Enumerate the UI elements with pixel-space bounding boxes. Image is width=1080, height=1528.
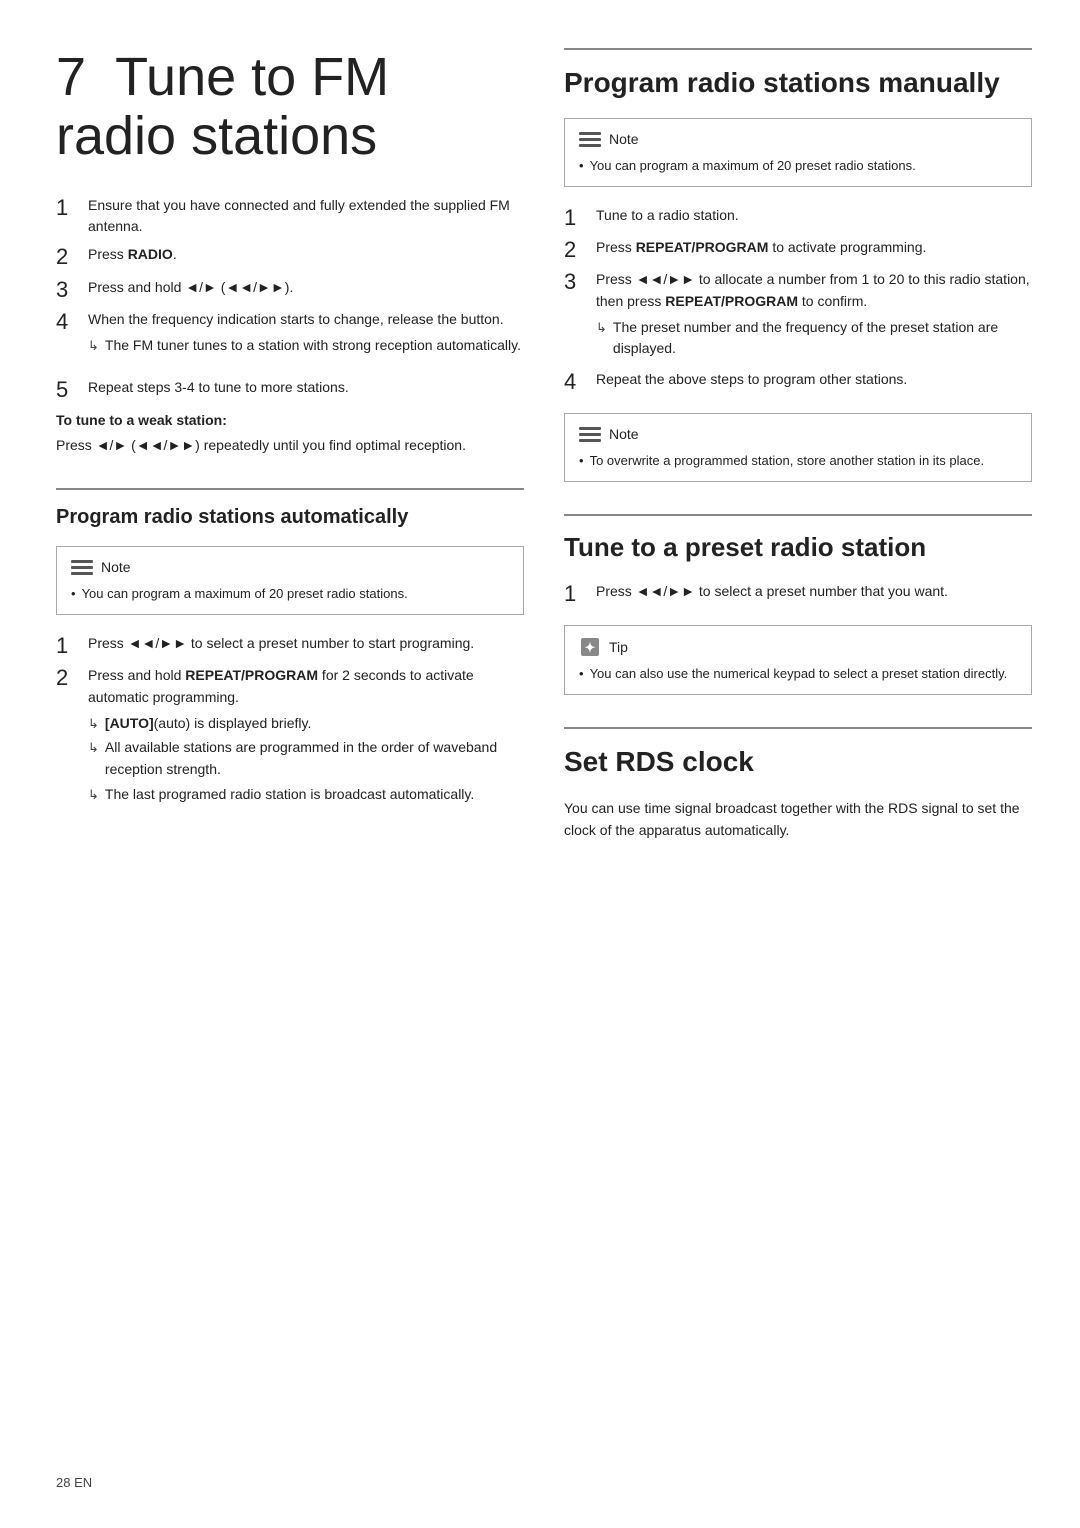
manual-step-num-4: 4 — [564, 369, 596, 395]
step-num-1: 1 — [56, 195, 88, 221]
manual-note2-icon — [579, 427, 601, 443]
auto-note-bullet-1: You can program a maximum of 20 preset r… — [71, 584, 509, 604]
rds-section-text: You can use time signal broadcast togeth… — [564, 797, 1032, 842]
auto-steps-list: 1 Press ◄◄/►► to select a preset number … — [56, 633, 524, 809]
preset-steps-list: 1 Press ◄◄/►► to select a preset number … — [564, 581, 1032, 607]
manual-step-num-1: 1 — [564, 205, 596, 231]
page-footer: 28 EN — [56, 1473, 92, 1493]
step-num-3: 3 — [56, 277, 88, 303]
manual-step3-arrows: The preset number and the frequency of t… — [596, 317, 1032, 360]
step-num-5: 5 — [56, 377, 88, 403]
page-title-text: Tune to FM radio stations — [56, 47, 389, 166]
weak-station-label: To tune to a weak station: — [56, 410, 524, 431]
manual-step-num-3: 3 — [564, 269, 596, 295]
manual-step-content-1: Tune to a radio station. — [596, 205, 1032, 227]
manual-note2-header: Note — [579, 424, 1017, 445]
preset-step-num-1: 1 — [564, 581, 596, 607]
step-3: 3 Press and hold ◄/► (◄◄/►►). — [56, 277, 524, 303]
tip-label: Tip — [609, 637, 628, 658]
chapter-number: 7 — [56, 47, 86, 107]
step-content-5: Repeat steps 3-4 to tune to more station… — [88, 377, 524, 399]
manual-section-heading: Program radio stations manually — [564, 48, 1032, 104]
manual-step-content-3: Press ◄◄/►► to allocate a number from 1 … — [596, 269, 1032, 363]
step4-arrow-1: The FM tuner tunes to a station with str… — [88, 335, 524, 357]
auto-step2-arrow-1: [AUTO] (auto) is displayed briefly. — [88, 713, 524, 735]
manual-note2-box: Note To overwrite a programmed station, … — [564, 413, 1032, 482]
tip-bullets: You can also use the numerical keypad to… — [579, 664, 1017, 684]
auto-note-box: Note You can program a maximum of 20 pre… — [56, 546, 524, 615]
step-content-2: Press RADIO. — [88, 244, 524, 266]
rds-section: Set RDS clock You can use time signal br… — [564, 727, 1032, 842]
tip-box: ✦ Tip You can also use the numerical key… — [564, 625, 1032, 695]
auto-step-content-1: Press ◄◄/►► to select a preset number to… — [88, 633, 524, 655]
manual-section: Program radio stations manually Note You… — [564, 48, 1032, 482]
auto-note-header: Note — [71, 557, 509, 578]
manual-note-box: Note You can program a maximum of 20 pre… — [564, 118, 1032, 187]
preset-step-1: 1 Press ◄◄/►► to select a preset number … — [564, 581, 1032, 607]
auto-note-label: Note — [101, 557, 131, 578]
manual-step-2: 2 Press REPEAT/PROGRAM to activate progr… — [564, 237, 1032, 263]
right-column: Program radio stations manually Note You… — [564, 48, 1032, 1480]
auto-step-num-1: 1 — [56, 633, 88, 659]
left-column: 7 Tune to FM radio stations 1 Ensure tha… — [56, 48, 524, 1480]
manual-note-label: Note — [609, 129, 639, 150]
rds-section-heading: Set RDS clock — [564, 727, 1032, 783]
manual-step-3: 3 Press ◄◄/►► to allocate a number from … — [564, 269, 1032, 363]
manual-step-num-2: 2 — [564, 237, 596, 263]
manual-steps-list: 1 Tune to a radio station. 2 Press REPEA… — [564, 205, 1032, 396]
auto-step-content-2: Press and hold REPEAT/PROGRAM for 2 seco… — [88, 665, 524, 808]
note-icon — [71, 560, 93, 576]
manual-step3-arrow-1: The preset number and the frequency of t… — [596, 317, 1032, 360]
auto-step2-arrow-3: The last programed radio station is broa… — [88, 784, 524, 806]
step-5-container: 5 Repeat steps 3-4 to tune to more stati… — [56, 377, 524, 403]
manual-note-bullet-1: You can program a maximum of 20 preset r… — [579, 156, 1017, 176]
manual-step-1: 1 Tune to a radio station. — [564, 205, 1032, 231]
auto-step2-arrow-2: All available stations are programmed in… — [88, 737, 524, 780]
weak-station-text: Press ◄/► (◄◄/►►) repeatedly until you f… — [56, 435, 524, 457]
tip-icon: ✦ — [579, 636, 601, 658]
auto-step2-arrows: [AUTO] (auto) is displayed briefly. All … — [88, 713, 524, 806]
manual-note2-bullets: To overwrite a programmed station, store… — [579, 451, 1017, 471]
preset-section-heading: Tune to a preset radio station — [564, 514, 1032, 567]
step-1: 1 Ensure that you have connected and ful… — [56, 195, 524, 238]
step-num-2: 2 — [56, 244, 88, 270]
auto-step-1: 1 Press ◄◄/►► to select a preset number … — [56, 633, 524, 659]
step4-arrows: The FM tuner tunes to a station with str… — [88, 335, 524, 357]
manual-note2-label: Note — [609, 424, 639, 445]
auto-section-heading: Program radio stations automatically — [56, 488, 524, 532]
manual-step-4: 4 Repeat the above steps to program othe… — [564, 369, 1032, 395]
tip-header: ✦ Tip — [579, 636, 1017, 658]
manual-note-bullets: You can program a maximum of 20 preset r… — [579, 156, 1017, 176]
step-2: 2 Press RADIO. — [56, 244, 524, 270]
manual-step-content-4: Repeat the above steps to program other … — [596, 369, 1032, 391]
step-4: 4 When the frequency indication starts t… — [56, 309, 524, 359]
preset-step-content-1: Press ◄◄/►► to select a preset number th… — [596, 581, 1032, 603]
tip-bullet-1: You can also use the numerical keypad to… — [579, 664, 1017, 684]
manual-step-content-2: Press REPEAT/PROGRAM to activate program… — [596, 237, 1032, 259]
step-content-1: Ensure that you have connected and fully… — [88, 195, 524, 238]
main-steps-list: 1 Ensure that you have connected and ful… — [56, 195, 524, 360]
step-num-4: 4 — [56, 309, 88, 335]
auto-step-num-2: 2 — [56, 665, 88, 691]
manual-note-header: Note — [579, 129, 1017, 150]
svg-text:✦: ✦ — [585, 640, 596, 655]
preset-section: Tune to a preset radio station 1 Press ◄… — [564, 514, 1032, 695]
page-title: 7 Tune to FM radio stations — [56, 48, 524, 167]
step-content-4: When the frequency indication starts to … — [88, 309, 524, 359]
manual-note-icon — [579, 132, 601, 148]
auto-note-bullets: You can program a maximum of 20 preset r… — [71, 584, 509, 604]
step-content-3: Press and hold ◄/► (◄◄/►►). — [88, 277, 524, 299]
page-footer-text: 28 EN — [56, 1475, 92, 1490]
manual-note2-bullet-1: To overwrite a programmed station, store… — [579, 451, 1017, 471]
auto-section: Program radio stations automatically Not… — [56, 488, 524, 808]
auto-step-2: 2 Press and hold REPEAT/PROGRAM for 2 se… — [56, 665, 524, 808]
